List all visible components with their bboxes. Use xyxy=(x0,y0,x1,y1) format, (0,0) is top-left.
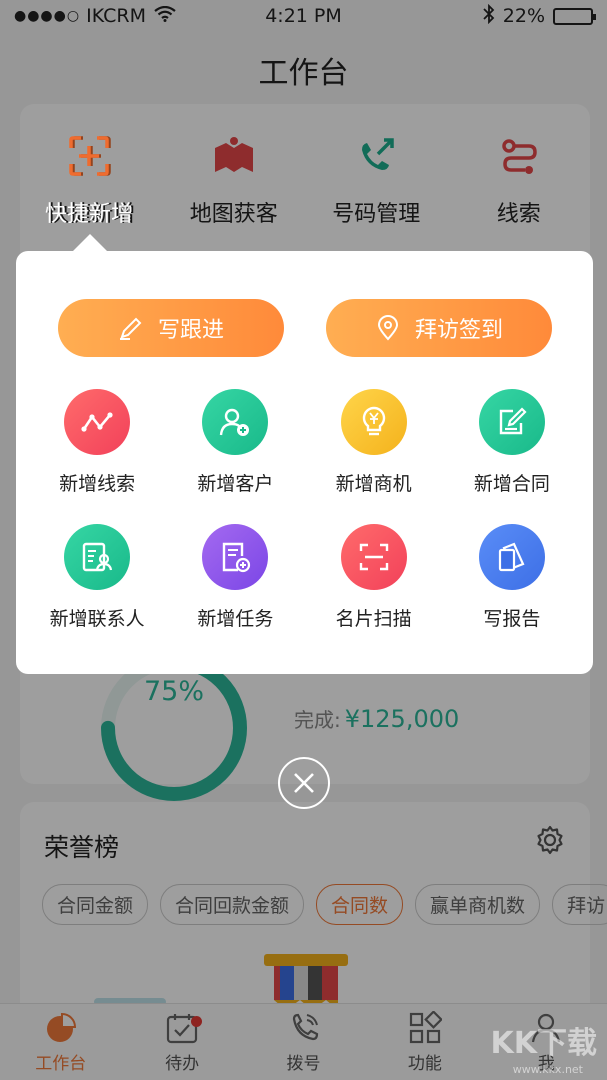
scan-card-icon xyxy=(359,543,388,571)
grid-item-new-contact[interactable]: 新增联系人 xyxy=(28,524,166,631)
grid-item-new-customer[interactable]: 新增客户 xyxy=(166,389,304,496)
grid-item-label: 新增合同 xyxy=(473,473,550,495)
new-lead-circle xyxy=(64,389,131,455)
report-icon xyxy=(498,542,525,572)
scan-plus-icon xyxy=(69,136,109,176)
quick-add-grid: 新增线索 新增客户 新增商机 新增合同 新增联系人 新增任务 名片扫描 写报告 xyxy=(28,389,581,631)
popup-action-buttons: 写跟进 拜访签到 xyxy=(58,299,552,357)
grid-item-label: 新增任务 xyxy=(197,608,274,630)
grid-item-new-contract[interactable]: 新增合同 xyxy=(443,389,581,496)
close-button[interactable] xyxy=(278,757,330,809)
grid-item-new-task[interactable]: 新增任务 xyxy=(166,524,304,631)
write-followup-button[interactable]: 写跟进 xyxy=(58,299,284,357)
grid-item-label: 写报告 xyxy=(483,608,541,630)
card-scan-circle xyxy=(340,524,407,590)
grid-item-new-lead[interactable]: 新增线索 xyxy=(28,389,166,496)
grid-item-label: 新增联系人 xyxy=(49,608,145,630)
write-followup-label: 写跟进 xyxy=(157,318,224,343)
location-pin-icon xyxy=(377,315,398,341)
grid-item-label: 新增客户 xyxy=(197,473,274,495)
add-user-icon xyxy=(220,408,250,436)
trend-line-icon xyxy=(81,412,113,432)
watermark: KK下载 xyxy=(490,1026,598,1061)
popup-arrow xyxy=(72,234,108,252)
grid-item-write-report[interactable]: 写报告 xyxy=(443,524,581,631)
grid-item-new-opportunity[interactable]: 新增商机 xyxy=(305,389,443,496)
write-report-circle xyxy=(478,524,545,590)
grid-item-label: 新增商机 xyxy=(335,473,412,495)
quick-add-popup: 写跟进 拜访签到 新增线索 新增客户 新增商机 新增合同 新增联系人 新增任务 … xyxy=(16,251,593,674)
lightbulb-yen-icon xyxy=(362,406,385,436)
new-task-circle xyxy=(202,524,269,590)
task-add-icon xyxy=(223,542,251,573)
new-contact-circle xyxy=(64,524,131,590)
new-opportunity-circle xyxy=(340,389,407,455)
visit-checkin-label: 拜访签到 xyxy=(414,318,503,343)
grid-item-card-scan[interactable]: 名片扫描 xyxy=(305,524,443,631)
new-contract-circle xyxy=(478,389,545,455)
pencil-icon xyxy=(119,317,142,340)
visit-checkin-button[interactable]: 拜访签到 xyxy=(326,299,552,357)
new-customer-circle xyxy=(202,389,269,455)
watermark-url: www.kkx.net xyxy=(512,1063,583,1076)
contact-card-icon xyxy=(82,542,113,572)
edit-document-icon xyxy=(499,407,527,435)
grid-item-label: 名片扫描 xyxy=(335,608,412,630)
close-icon xyxy=(294,773,314,793)
grid-item-label: 新增线索 xyxy=(59,473,136,495)
quick-add-highlight[interactable]: 快捷新增 xyxy=(28,124,150,242)
quick-add-label: 快捷新增 xyxy=(44,202,133,227)
